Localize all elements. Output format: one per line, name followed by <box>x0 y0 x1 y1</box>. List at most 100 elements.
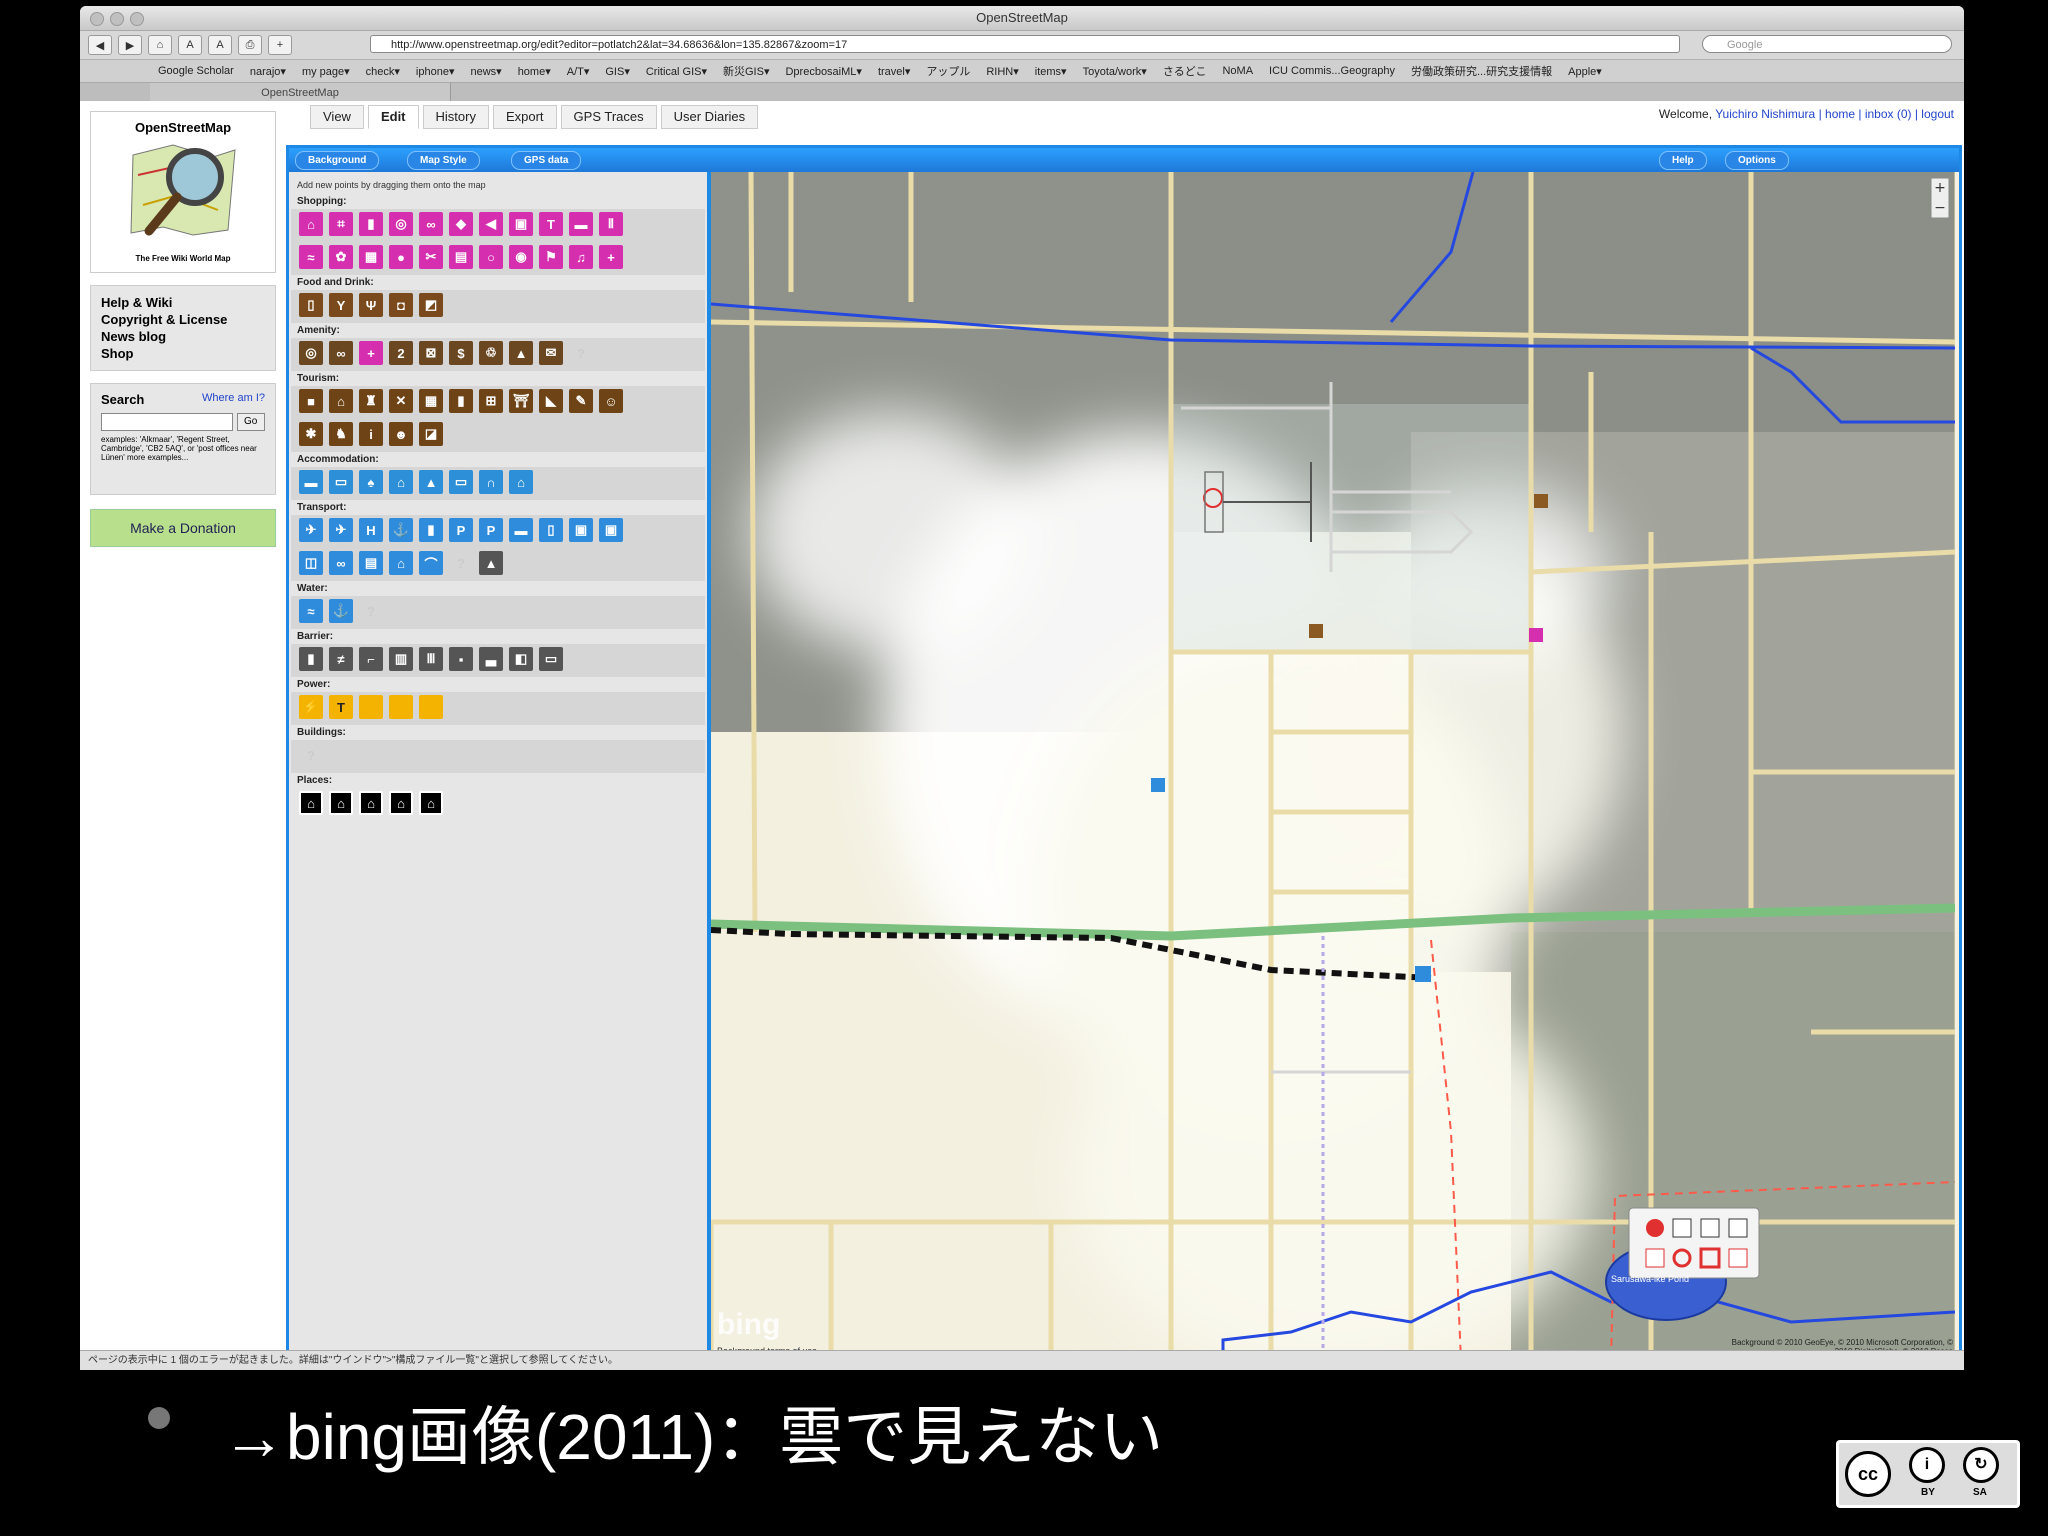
acco-hotel-icon[interactable]: ▬ <box>299 470 323 494</box>
shop-gift-icon[interactable]: ▦ <box>359 245 383 269</box>
amenity-hospital-icon[interactable]: + <box>359 341 383 365</box>
tourism-temple-icon[interactable]: ⛩ <box>509 389 533 413</box>
power-substation-icon[interactable] <box>419 695 443 719</box>
amenity-post-icon[interactable]: ⊠ <box>419 341 443 365</box>
transport-subway-icon[interactable]: ⌒ <box>419 551 443 575</box>
where-am-i-link[interactable]: Where am I? <box>202 392 265 404</box>
bookmark-item[interactable]: さるどこ <box>1163 63 1207 79</box>
poi-transport-icon[interactable] <box>1151 778 1165 792</box>
text-smaller-button[interactable]: A <box>178 35 202 55</box>
barrier-entrance-icon[interactable]: ▭ <box>539 647 563 671</box>
acco-bed-icon[interactable]: ▭ <box>329 470 353 494</box>
shop-pharmacy-icon[interactable]: + <box>599 245 623 269</box>
shop-hairdresser-icon[interactable]: ✂ <box>419 245 443 269</box>
tab-export[interactable]: Export <box>492 105 557 129</box>
go-button[interactable]: Go <box>236 413 265 431</box>
acco-camping-icon[interactable]: ▲ <box>419 470 443 494</box>
bookmark-item[interactable]: Critical GIS▾ <box>646 65 707 78</box>
shop-fish-icon[interactable]: ≈ <box>299 245 323 269</box>
shop-butcher-icon[interactable]: ◀ <box>479 212 503 236</box>
osm-logo[interactable]: OpenStreetMap The Free Wiki World Map <box>90 111 276 273</box>
building-unknown-icon[interactable]: ? <box>299 743 323 767</box>
barrier-toll-icon[interactable]: ◧ <box>509 647 533 671</box>
tourism-other-icon[interactable]: ◪ <box>419 422 443 446</box>
amenity-money-icon[interactable]: $ <box>449 341 473 365</box>
poi-shop-icon[interactable] <box>1529 628 1543 642</box>
transport-ferry-icon[interactable]: ⚓ <box>389 518 413 542</box>
link-shop[interactable]: Shop <box>101 345 265 362</box>
power-tower-icon[interactable]: ⚡ <box>299 695 323 719</box>
link-news-blog[interactable]: News blog <box>101 328 265 345</box>
amenity-police-icon[interactable]: 2 <box>389 341 413 365</box>
transport-train-icon[interactable]: ▤ <box>359 551 383 575</box>
link-copyright[interactable]: Copyright & License <box>101 311 265 328</box>
shop-furniture-icon[interactable]: ▤ <box>449 245 473 269</box>
place-hamlet-icon[interactable]: ⌂ <box>389 791 413 815</box>
url-input[interactable]: http://www.openstreetmap.org/edit?editor… <box>370 35 1680 53</box>
background-button[interactable]: Background <box>295 151 380 170</box>
back-button[interactable]: ◀ <box>88 35 112 55</box>
donate-button[interactable]: Make a Donation <box>90 509 276 547</box>
tourism-monument-icon[interactable]: ▮ <box>449 389 473 413</box>
amenity-postbox-icon[interactable]: ✉ <box>539 341 563 365</box>
bookmark-item[interactable]: Google Scholar <box>158 65 234 77</box>
transport-parking-icon[interactable]: P <box>449 518 473 542</box>
barrier-gate-icon[interactable]: ≠ <box>329 647 353 671</box>
shop-jewelry-icon[interactable]: ○ <box>479 245 503 269</box>
transport-bicycle-icon[interactable]: ∞ <box>329 551 353 575</box>
power-station-icon[interactable] <box>389 695 413 719</box>
bookmark-item[interactable]: items▾ <box>1035 65 1067 78</box>
tourism-viewpoint-icon[interactable]: ◣ <box>539 389 563 413</box>
bookmark-item[interactable]: Apple▾ <box>1568 65 1602 78</box>
amenity-bank-icon[interactable]: ◎ <box>299 341 323 365</box>
shop-bottle-icon[interactable]: ▮ <box>359 212 383 236</box>
tourism-castle-icon[interactable]: ▦ <box>419 389 443 413</box>
transport-bike-parking-icon[interactable]: P <box>479 518 503 542</box>
food-cafe-icon[interactable]: ◘ <box>389 293 413 317</box>
user-links[interactable]: | home | inbox (0) | logout <box>1819 107 1954 121</box>
print-icon[interactable]: ⎙ <box>238 35 262 55</box>
power-pole-icon[interactable]: T <box>329 695 353 719</box>
tourism-museum-icon[interactable]: ⌂ <box>329 389 353 413</box>
poi-food-icon[interactable] <box>1309 624 1323 638</box>
place-locality-icon[interactable]: ⌂ <box>419 791 443 815</box>
bookmark-item[interactable]: A/T▾ <box>567 65 590 78</box>
tourism-zoo-icon[interactable]: ✱ <box>299 422 323 446</box>
add-bookmark-button[interactable]: + <box>268 35 292 55</box>
place-city-icon[interactable]: ⌂ <box>299 791 323 815</box>
text-larger-button[interactable]: A <box>208 35 232 55</box>
transport-bus-stop-icon[interactable]: ▣ <box>599 518 623 542</box>
barrier-cattle-grid-icon[interactable]: Ⅲ <box>419 647 443 671</box>
transport-station-icon[interactable]: ⌂ <box>389 551 413 575</box>
poi-food-icon[interactable] <box>1534 494 1548 508</box>
amenity-atm-icon[interactable]: ∞ <box>329 341 353 365</box>
options-button[interactable]: Options <box>1725 151 1789 170</box>
shop-bicycle-icon[interactable]: ∞ <box>419 212 443 236</box>
bookmark-item[interactable]: home▾ <box>518 65 551 78</box>
tab-edit[interactable]: Edit <box>367 105 419 129</box>
tourism-picnic-icon[interactable]: ☻ <box>389 422 413 446</box>
acco-shelter-icon[interactable]: ∩ <box>479 470 503 494</box>
food-bar-icon[interactable]: Y <box>329 293 353 317</box>
tourism-attraction-icon[interactable]: ■ <box>299 389 323 413</box>
shop-hardware-icon[interactable]: Ⅱ <box>599 212 623 236</box>
barrier-lift-gate-icon[interactable]: ⌐ <box>359 647 383 671</box>
tab-user-diaries[interactable]: User Diaries <box>660 105 759 129</box>
bookmark-item[interactable]: RIHN▾ <box>986 65 1018 78</box>
transport-car-rental-icon[interactable]: ▬ <box>509 518 533 542</box>
zoom-in-icon[interactable]: + <box>1934 180 1946 196</box>
water-waterway-icon[interactable]: ≈ <box>299 599 323 623</box>
acco-hostel-icon[interactable]: ♠ <box>359 470 383 494</box>
bookmark-item[interactable]: ICU Commis...Geography <box>1269 65 1395 77</box>
tab-history[interactable]: History <box>422 105 489 129</box>
bookmark-item[interactable]: DprecbosaiML▾ <box>785 65 861 78</box>
shop-clothes-icon[interactable]: T <box>539 212 563 236</box>
transport-unknown-icon[interactable]: ? <box>449 551 473 575</box>
shop-books-icon[interactable]: ◆ <box>449 212 473 236</box>
tourism-theatre-icon[interactable]: ☺ <box>599 389 623 413</box>
bookmark-item[interactable]: iphone▾ <box>416 65 455 78</box>
water-anchor-icon[interactable]: ⚓ <box>329 599 353 623</box>
shop-sports-icon[interactable]: ⚑ <box>539 245 563 269</box>
shop-cart-icon[interactable]: ⌗ <box>329 212 353 236</box>
tourism-shrine-icon[interactable]: ⊞ <box>479 389 503 413</box>
